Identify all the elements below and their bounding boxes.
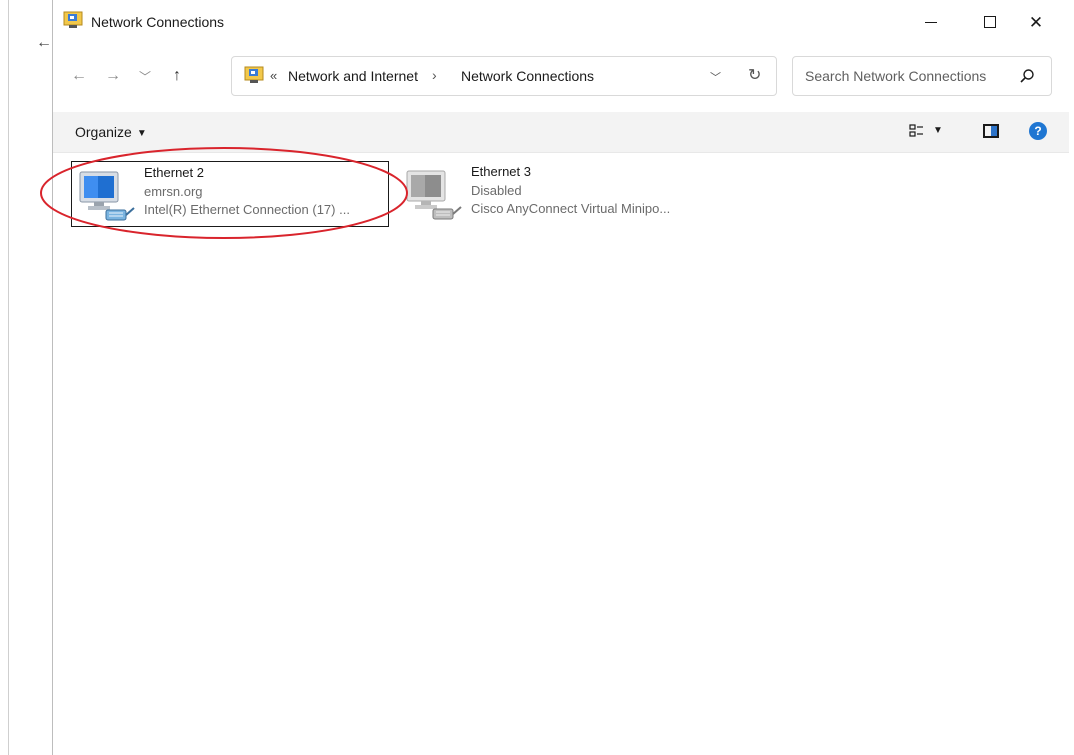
chevron-down-icon: ﹀ — [138, 69, 151, 84]
breadcrumb-network-and-internet[interactable]: Network and Internet — [288, 68, 418, 84]
title-bar: Network Connections ✕ — [53, 0, 1069, 44]
command-bar: Organize ▼ ▼ ? — [53, 112, 1069, 153]
change-view-icon[interactable] — [908, 122, 926, 140]
up-button[interactable]: ↑ — [165, 65, 189, 87]
refresh-icon[interactable]: ↻ — [748, 65, 761, 85]
search-icon — [1020, 69, 1034, 83]
search-input[interactable]: Search Network Connections — [805, 68, 986, 84]
connection-item-ethernet-2[interactable]: Ethernet 2 emrsn.org Intel(R) Ethernet C… — [71, 161, 389, 227]
connection-status: emrsn.org — [144, 184, 203, 199]
organize-caret-icon: ▼ — [136, 128, 147, 139]
preview-pane-fill — [991, 126, 997, 136]
maximize-button[interactable] — [967, 8, 1013, 36]
background-back-arrow-icon[interactable]: ← — [36, 34, 52, 52]
network-adapter-icon — [79, 171, 135, 221]
search-box[interactable]: Search Network Connections — [792, 56, 1052, 96]
back-arrow-icon: ← — [71, 67, 87, 84]
breadcrumb-overflow[interactable]: « — [270, 68, 277, 83]
address-dropdown-icon[interactable]: ﹀ — [710, 69, 721, 85]
breadcrumb-separator-icon[interactable]: › — [432, 67, 437, 83]
connection-device: Cisco AnyConnect Virtual Minipo... — [471, 201, 671, 216]
connection-name: Ethernet 2 — [144, 165, 204, 180]
connection-device: Intel(R) Ethernet Connection (17) ... — [144, 202, 350, 217]
window-title: Network Connections — [91, 14, 225, 30]
breadcrumb-network-connections[interactable]: Network Connections — [461, 68, 594, 84]
connection-status: Disabled — [471, 183, 522, 198]
help-icon[interactable]: ? — [1029, 122, 1047, 140]
address-bar[interactable]: « Network and Internet › Network Connect… — [231, 56, 777, 96]
network-connections-app-icon — [63, 11, 83, 28]
background-window-strip: ← — [0, 0, 52, 755]
minimize-button[interactable] — [908, 8, 954, 36]
connections-list: Ethernet 2 emrsn.org Intel(R) Ethernet C… — [53, 153, 1069, 755]
minimize-icon — [925, 21, 937, 23]
organize-label: Organize — [75, 124, 132, 140]
connection-name: Ethernet 3 — [471, 164, 531, 179]
view-options-caret-icon[interactable]: ▼ — [933, 125, 943, 136]
connection-item-ethernet-3[interactable]: Ethernet 3 Disabled Cisco AnyConnect Vir… — [399, 161, 717, 227]
forward-arrow-icon: → — [105, 67, 121, 84]
recent-locations-button[interactable]: ﹀ — [133, 65, 157, 87]
background-window-edge — [8, 0, 9, 755]
close-button[interactable]: ✕ — [1013, 8, 1059, 36]
up-arrow-icon: ↑ — [173, 67, 181, 84]
network-adapter-disabled-icon — [406, 170, 462, 220]
preview-pane-icon[interactable] — [983, 124, 999, 138]
organize-menu[interactable]: Organize ▼ — [75, 124, 147, 140]
maximize-icon — [984, 16, 996, 28]
network-connections-location-icon — [244, 66, 264, 83]
back-button[interactable]: ← — [67, 65, 91, 87]
network-connections-window: Network Connections ✕ ← → ﹀ ↑ « Network … — [52, 0, 1069, 755]
forward-button[interactable]: → — [101, 65, 125, 87]
navigation-row: ← → ﹀ ↑ « Network and Internet › Network… — [53, 52, 1069, 100]
close-icon: ✕ — [1028, 12, 1044, 32]
